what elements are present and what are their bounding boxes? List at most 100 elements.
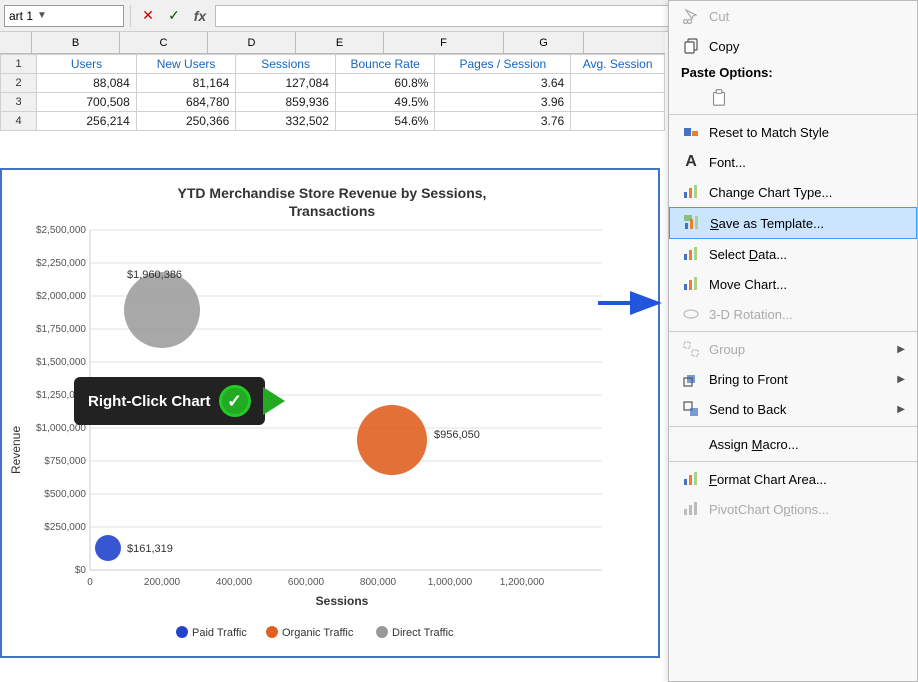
bubble-direct bbox=[124, 272, 200, 348]
pivotchart-label: PivotChart Options... bbox=[709, 502, 905, 517]
col-header-D[interactable]: D bbox=[208, 32, 296, 53]
spreadsheet-data: 1 Users New Users Sessions Bounce Rate P… bbox=[0, 54, 665, 131]
bubble-paid-label: $161,319 bbox=[127, 543, 173, 555]
font-label: Font... bbox=[709, 155, 905, 170]
svg-text:200,000: 200,000 bbox=[144, 577, 181, 588]
blue-arrow-indicator bbox=[596, 288, 666, 318]
name-box[interactable]: art 1 ▼ bbox=[4, 5, 124, 27]
copy-label: Copy bbox=[709, 39, 905, 54]
header-avg: Avg. Session bbox=[571, 55, 665, 74]
header-bounce: Bounce Rate bbox=[335, 55, 435, 74]
y-axis-label: Revenue bbox=[9, 426, 23, 474]
svg-text:0: 0 bbox=[87, 577, 93, 588]
context-menu: Cut Copy Paste Options: Reset to Match S… bbox=[668, 0, 918, 682]
menu-item-select-data[interactable]: Select Data... bbox=[669, 239, 917, 269]
group-submenu-arrow: ▶ bbox=[897, 344, 905, 355]
menu-item-copy[interactable]: Copy bbox=[669, 31, 917, 61]
table-header-row: 1 Users New Users Sessions Bounce Rate P… bbox=[1, 55, 665, 74]
bubble-paid bbox=[95, 535, 121, 561]
copy-icon bbox=[681, 36, 701, 56]
send-back-submenu-arrow: ▶ bbox=[897, 404, 905, 415]
scissors-icon bbox=[681, 6, 701, 26]
menu-item-send-to-back[interactable]: Send to Back ▶ bbox=[669, 394, 917, 424]
svg-text:$1,750,000: $1,750,000 bbox=[36, 324, 86, 335]
fx-btn[interactable]: fx bbox=[189, 5, 211, 27]
svg-text:$2,500,000: $2,500,000 bbox=[36, 225, 86, 236]
svg-text:$0: $0 bbox=[75, 565, 87, 576]
reset-style-icon bbox=[681, 122, 701, 142]
chart-title-1: YTD Merchandise Store Revenue by Session… bbox=[178, 185, 487, 201]
tooltip-text: Right-Click Chart bbox=[88, 393, 211, 410]
chart-title-2: Transactions bbox=[289, 203, 376, 219]
table-row: 4 256,214 250,366 332,502 54.6% 3.76 bbox=[1, 112, 665, 131]
menu-item-format-chart[interactable]: Format Chart Area... bbox=[669, 464, 917, 494]
svg-text:$750,000: $750,000 bbox=[44, 456, 86, 467]
change-chart-type-label: Change Chart Type... bbox=[709, 185, 905, 200]
separator-3 bbox=[669, 426, 917, 427]
formula-bar-sep bbox=[130, 5, 131, 27]
move-chart-icon bbox=[681, 274, 701, 294]
separator-1 bbox=[669, 114, 917, 115]
menu-item-move-chart[interactable]: Move Chart... bbox=[669, 269, 917, 299]
svg-text:Sessions: Sessions bbox=[316, 594, 369, 608]
bubble-organic bbox=[357, 405, 427, 475]
save-template-icon bbox=[682, 213, 702, 233]
col-header-B[interactable]: B bbox=[32, 32, 120, 53]
table-row: 2 88,084 81,164 127,084 60.8% 3.64 bbox=[1, 74, 665, 93]
svg-text:$1,500,000: $1,500,000 bbox=[36, 357, 86, 368]
menu-item-paste[interactable] bbox=[669, 82, 917, 112]
bubble-direct-label: $1,960,386 bbox=[127, 269, 182, 281]
menu-item-group[interactable]: Group ▶ bbox=[669, 334, 917, 364]
separator-2 bbox=[669, 331, 917, 332]
svg-text:800,000: 800,000 bbox=[360, 577, 397, 588]
header-users: Users bbox=[37, 55, 137, 74]
format-chart-icon bbox=[681, 469, 701, 489]
svg-text:$250,000: $250,000 bbox=[44, 522, 86, 533]
separator-4 bbox=[669, 461, 917, 462]
rotation-label: 3-D Rotation... bbox=[709, 307, 905, 322]
menu-item-bring-to-front[interactable]: Bring to Front ▶ bbox=[669, 364, 917, 394]
col-header-C[interactable]: C bbox=[120, 32, 208, 53]
send-back-icon bbox=[681, 399, 701, 419]
cut-label: Cut bbox=[709, 9, 905, 24]
move-chart-label: Move Chart... bbox=[709, 277, 905, 292]
group-icon bbox=[681, 339, 701, 359]
bring-front-submenu-arrow: ▶ bbox=[897, 374, 905, 385]
select-data-label: Select Data... bbox=[709, 247, 905, 262]
legend-organic-label: Organic Traffic bbox=[282, 627, 354, 639]
menu-item-change-chart-type[interactable]: Change Chart Type... bbox=[669, 177, 917, 207]
change-chart-type-icon bbox=[681, 182, 701, 202]
menu-item-3d-rotation[interactable]: 3-D Rotation... bbox=[669, 299, 917, 329]
svg-text:600,000: 600,000 bbox=[288, 577, 325, 588]
col-header-G[interactable]: G bbox=[504, 32, 584, 53]
menu-item-cut[interactable]: Cut bbox=[669, 1, 917, 31]
menu-item-save-template[interactable]: Save as Template... bbox=[669, 207, 917, 239]
menu-item-font[interactable]: A Font... bbox=[669, 147, 917, 177]
menu-item-assign-macro[interactable]: Assign Macro... bbox=[669, 429, 917, 459]
font-icon: A bbox=[681, 152, 701, 172]
svg-text:$2,250,000: $2,250,000 bbox=[36, 258, 86, 269]
col-headers: B C D E F G bbox=[0, 32, 665, 54]
cancel-btn[interactable]: ✕ bbox=[137, 5, 159, 27]
menu-item-reset-style[interactable]: Reset to Match Style bbox=[669, 117, 917, 147]
bring-front-label: Bring to Front bbox=[709, 372, 889, 387]
col-header-E[interactable]: E bbox=[296, 32, 384, 53]
reset-style-label: Reset to Match Style bbox=[709, 125, 905, 140]
header-sessions: Sessions bbox=[236, 55, 336, 74]
legend-direct-icon bbox=[376, 626, 388, 638]
save-template-label: Save as Template... bbox=[710, 216, 904, 231]
paste-options-header: Paste Options: bbox=[669, 61, 917, 82]
check-circle-icon: ✓ bbox=[219, 385, 251, 417]
paste-icon bbox=[709, 87, 729, 107]
chart-area[interactable]: YTD Merchandise Store Revenue by Session… bbox=[0, 168, 660, 658]
legend-direct-label: Direct Traffic bbox=[392, 627, 454, 639]
header-new-users: New Users bbox=[136, 55, 236, 74]
confirm-btn[interactable]: ✓ bbox=[163, 5, 185, 27]
legend-organic-icon bbox=[266, 626, 278, 638]
col-header-F[interactable]: F bbox=[384, 32, 504, 53]
svg-text:$2,000,000: $2,000,000 bbox=[36, 291, 86, 302]
table-row: 3 700,508 684,780 859,936 49.5% 3.96 bbox=[1, 93, 665, 112]
menu-item-pivotchart[interactable]: PivotChart Options... bbox=[669, 494, 917, 524]
svg-text:$500,000: $500,000 bbox=[44, 489, 86, 500]
pivot-icon bbox=[681, 499, 701, 519]
